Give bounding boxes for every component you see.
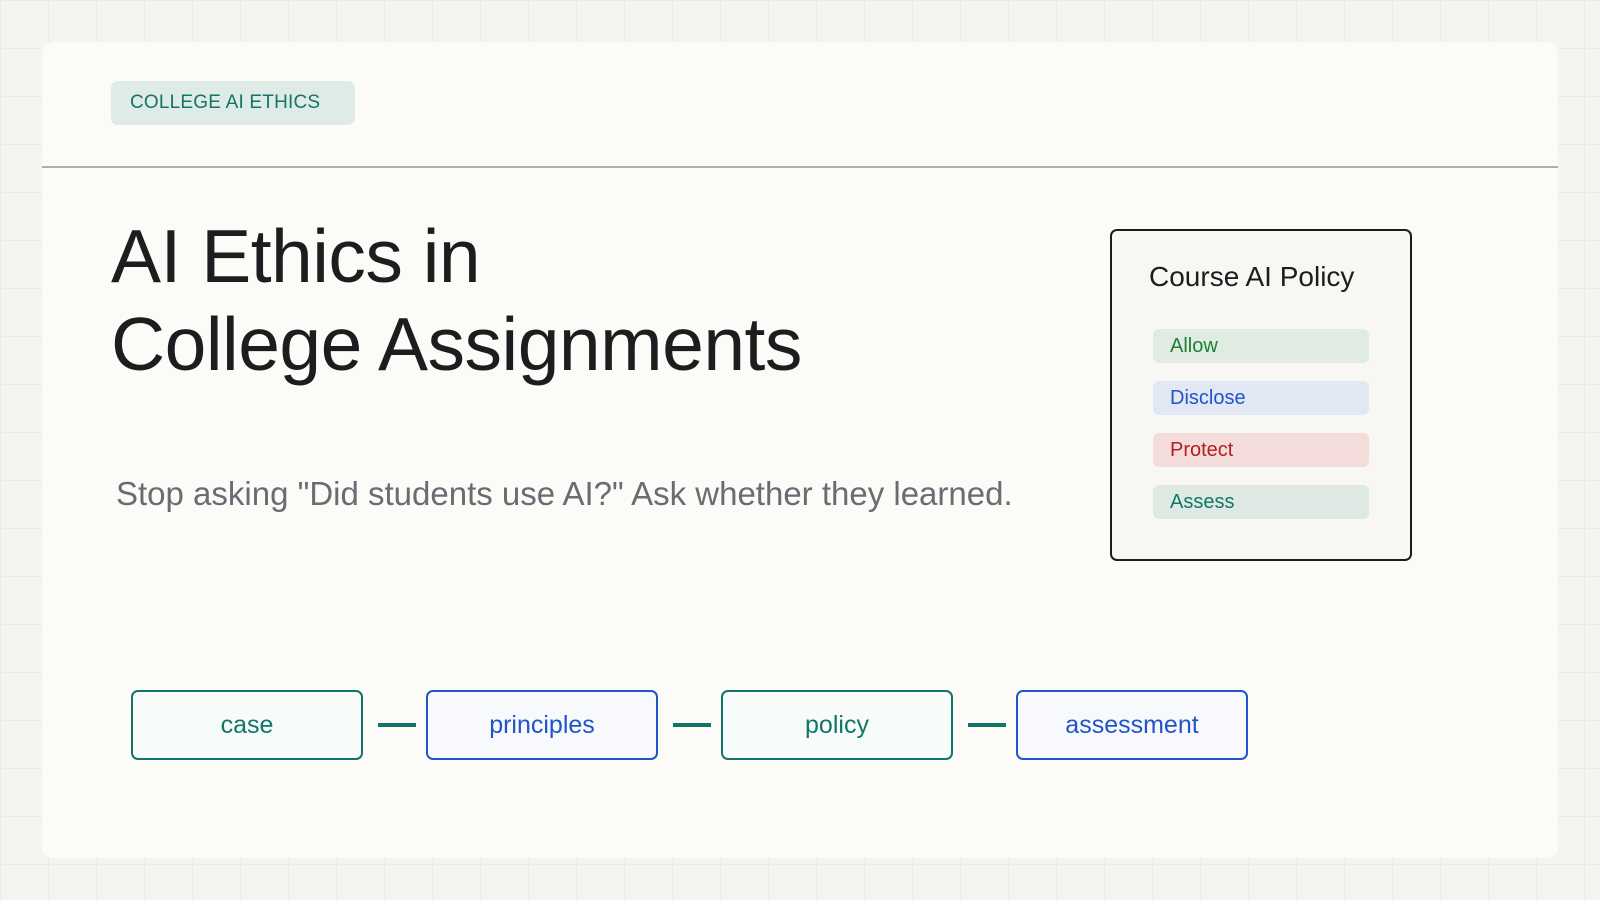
flow-connector <box>968 723 1006 727</box>
policy-item-assess: Assess <box>1153 485 1369 519</box>
page-title-line-1: AI Ethics in <box>111 214 481 298</box>
category-tag: COLLEGE AI ETHICS <box>111 81 355 125</box>
flow-step-case[interactable]: case <box>131 690 363 760</box>
flow-step-assessment[interactable]: assessment <box>1016 690 1248 760</box>
flow-connector <box>673 723 711 727</box>
course-ai-policy-card: Course AI Policy Allow Disclose Protect … <box>1110 229 1412 561</box>
slide: COLLEGE AI ETHICS AI Ethics in College A… <box>42 42 1558 858</box>
flow-connector <box>378 723 416 727</box>
page-title-line-2: College Assignments <box>111 302 802 386</box>
policy-item-disclose: Disclose <box>1153 381 1369 415</box>
page-subtitle: Stop asking "Did students use AI?" Ask w… <box>116 475 1013 512</box>
header-divider <box>42 166 1558 168</box>
flow-step-policy[interactable]: policy <box>721 690 953 760</box>
flow-step-principles[interactable]: principles <box>426 690 658 760</box>
page-title: AI Ethics in College Assignments <box>111 212 802 388</box>
policy-card-title: Course AI Policy <box>1149 261 1355 292</box>
policy-item-protect: Protect <box>1153 433 1369 467</box>
policy-item-allow: Allow <box>1153 329 1369 363</box>
